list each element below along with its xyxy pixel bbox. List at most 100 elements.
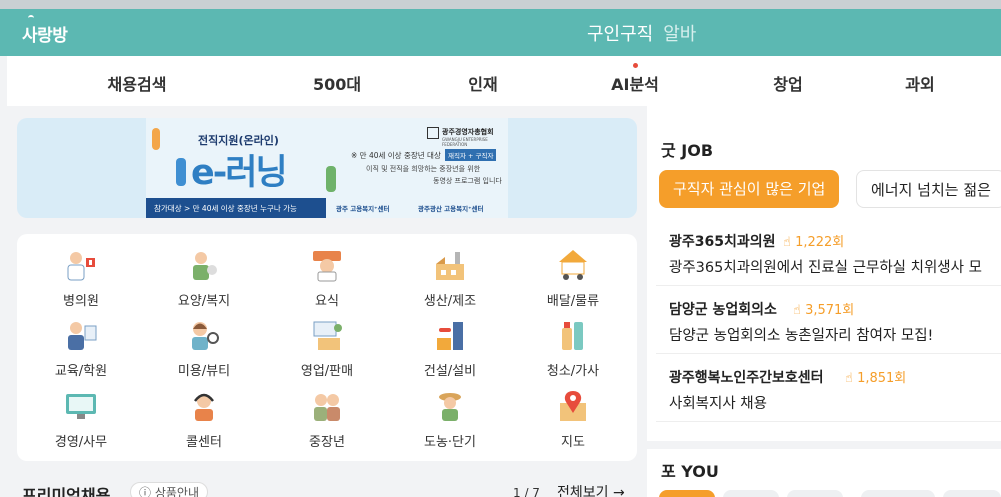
category-label: 영업/판매 (300, 364, 354, 379)
job-card[interactable]: 광주행복노인주간보호센터 ☝ 1,851회 사회복지사 채용 (656, 354, 1001, 422)
job-views: ☝ 1,222회 (783, 231, 844, 250)
person-illustration-icon (176, 158, 186, 186)
category-label: 건설/설비 (423, 364, 477, 379)
banner-desc: 동영상 프로그램 입니다 (433, 177, 502, 185)
job-company: 광주365치과의원 (669, 234, 776, 250)
category-label: 요양/복지 (177, 294, 231, 309)
category-label: 미용/뷰티 (177, 364, 231, 379)
main-nav: 채용검색 500대 인재 AI분석 창업 과외 (7, 56, 1001, 106)
category-education[interactable]: 교육/학원 (31, 318, 131, 382)
job-title: 사회복지사 채용 (669, 396, 767, 412)
premium-info-button[interactable]: ⓘ 상품안내 (130, 482, 208, 497)
premium-info-label: 상품안내 (154, 486, 199, 497)
banner-desc: 이직 및 전직을 희망하는 중장년을 위한 (366, 165, 481, 173)
nav-item-talent[interactable]: 인재 (468, 71, 497, 95)
category-delivery[interactable]: 배달/물류 (523, 248, 623, 312)
for-you-title: 포 YOU (661, 462, 719, 481)
category-label: 병의원 (63, 294, 99, 309)
header-bar: 사랑방 구인구직 알바 (0, 9, 1001, 56)
for-you-tab[interactable] (659, 490, 715, 497)
cleaning-icon (562, 322, 583, 350)
for-you-tab[interactable] (943, 490, 1001, 497)
banner-org-sub: GWANGJU ENTERPRISE FEDERATION (442, 137, 488, 147)
category-construction[interactable]: 건설/설비 (400, 318, 500, 382)
federation-logo-icon (427, 127, 439, 139)
tab-parttime[interactable]: 알바 (663, 20, 696, 46)
category-label: 교육/학원 (54, 364, 108, 379)
category-farm-shortterm[interactable]: 도농·단기 (400, 389, 500, 453)
banner-target: 참가대상 > 만 40세 이상 중장년 누구나 가능 (146, 198, 326, 218)
nav-item-ai-analysis[interactable]: AI분석 (611, 71, 659, 95)
tab-jobs[interactable]: 구인구직 (587, 20, 653, 46)
for-you-tab[interactable] (787, 490, 843, 497)
construction-icon (437, 322, 463, 350)
farmer-icon (439, 393, 461, 421)
chef-icon (313, 251, 341, 282)
nav-item-top500[interactable]: 500대 (313, 71, 361, 95)
banner-elearning-text: e-러닝 (191, 153, 288, 193)
thumb-icon: ☝ (793, 303, 806, 318)
category-manufacturing[interactable]: 생산/제조 (400, 248, 500, 312)
banner-org: 광주경영자총협회 (442, 128, 494, 136)
category-label: 배달/물류 (546, 294, 600, 309)
new-dot-icon (633, 63, 638, 68)
right-panel: 굿 JOB 구직자 관심이 많은 기업 에너지 넘치는 젊은 광주365치과의원… (647, 106, 1001, 497)
for-you-tab[interactable] (723, 490, 779, 497)
for-you-tab[interactable] (861, 490, 935, 497)
banner-artwork: 전직지원(온라인) 광주경영자총협회 GWANGJU ENTERPRISE FE… (146, 118, 508, 218)
chip-energetic-young[interactable]: 에너지 넘치는 젊은 (856, 170, 1001, 208)
job-card[interactable]: 담양군 농업회의소 ☝ 3,571회 담양군 농업회의소 농촌일자리 참여자 모… (656, 286, 1001, 354)
good-job-title: 굿 JOB (661, 141, 714, 160)
category-food[interactable]: 요식 (277, 248, 377, 312)
delivery-icon (559, 250, 587, 280)
job-views: ☝ 1,851회 (845, 367, 906, 386)
doctor-icon (67, 252, 95, 281)
category-senior[interactable]: 중장년 (277, 389, 377, 453)
category-beauty[interactable]: 미용/뷰티 (154, 318, 254, 382)
category-label: 도농·단기 (424, 435, 476, 450)
job-company: 광주행복노인주간보호센터 (669, 370, 824, 386)
thumb-icon: ☝ (845, 371, 858, 386)
category-hospital[interactable]: 병의원 (31, 248, 131, 312)
beauty-icon (192, 322, 219, 350)
callcenter-icon (194, 393, 214, 421)
category-label: 콜센터 (186, 435, 222, 450)
category-sales[interactable]: 영업/판매 (277, 318, 377, 382)
category-label: 지도 (561, 435, 585, 450)
person-illustration-icon (152, 128, 160, 150)
logo[interactable]: 사랑방 (22, 21, 68, 46)
category-map[interactable]: 지도 (523, 389, 623, 453)
nav-item-job-search[interactable]: 채용검색 (108, 71, 167, 95)
sales-icon (313, 321, 342, 350)
banner-center: 광주 고용복지⁺센터 (336, 205, 390, 213)
job-title: 광주365치과의원에서 진료실 근무하실 치위생사 모 (669, 260, 982, 276)
category-label: 중장년 (309, 435, 345, 450)
category-label: 경영/사무 (54, 435, 108, 450)
premium-title: 프리미엄채용 (22, 486, 111, 497)
banner-desc: ※ 만 40세 이상 중장년 대상 (351, 151, 441, 160)
info-icon: ⓘ (139, 486, 155, 497)
category-label: 생산/제조 (423, 294, 477, 309)
job-views: ☝ 3,571회 (793, 299, 854, 318)
category-label: 요식 (315, 294, 339, 309)
elearning-banner[interactable]: 전직지원(온라인) 광주경영자총협회 GWANGJU ENTERPRISE FE… (17, 118, 637, 218)
category-callcenter[interactable]: 콜센터 (154, 389, 254, 453)
nav-item-tutoring[interactable]: 과외 (905, 71, 934, 95)
factory-icon (436, 252, 464, 280)
job-views-count: 3,571회 (805, 303, 855, 318)
person-illustration-icon (326, 166, 336, 192)
job-views-count: 1,851회 (857, 371, 907, 386)
job-card[interactable]: 광주365치과의원 ☝ 1,222회 광주365치과의원에서 진료실 근무하실 … (656, 218, 1001, 286)
senior-icon (314, 394, 340, 421)
category-office[interactable]: 경영/사무 (31, 389, 131, 453)
category-care[interactable]: 요양/복지 (154, 248, 254, 312)
view-all-link[interactable]: 전체보기 → (557, 482, 625, 497)
chip-popular-companies[interactable]: 구직자 관심이 많은 기업 (659, 170, 840, 208)
banner-center: 광주광산 고용복지⁺센터 (418, 205, 484, 213)
top-strip (0, 0, 1001, 9)
section-divider (647, 441, 1001, 449)
nav-item-startup[interactable]: 창업 (773, 71, 802, 95)
category-cleaning[interactable]: 청소/가사 (523, 318, 623, 382)
banner-tag: 재직자 + 구직자 (445, 149, 497, 161)
job-views-count: 1,222회 (795, 235, 845, 250)
